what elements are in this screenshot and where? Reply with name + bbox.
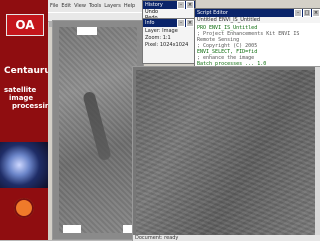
script-titlebar: Script Editor - □ × [195,9,320,17]
minimize-button[interactable]: - [294,9,302,17]
info-line: Pixel: 1024x1024 [145,42,189,48]
close-button[interactable]: × [312,9,320,17]
brand-subtitle-line-1: satellite [4,86,37,94]
history-title: History [145,2,163,8]
satellite-image-right [136,70,318,238]
script-title: Script Editor [197,10,228,16]
menu-item-help[interactable]: Help [124,3,135,9]
menu-item-layers[interactable]: Layers [104,3,121,9]
info-title: Info [145,20,155,26]
badge-icon [14,198,34,218]
close-button[interactable]: × [186,1,194,9]
info-window: Info - × Layer: Image Zoom: 1:1 Pixel: 1… [142,18,196,64]
image-viewer-left[interactable] [52,20,144,240]
menu-item-file[interactable]: File [50,3,58,9]
application-window: File Edit View Tools Layers Help History… [48,0,320,241]
brand-subtitle-line-2: image [9,94,34,102]
script-window: Script Editor - □ × Untitled ENVI_IS_Unt… [194,8,320,68]
brand-logo: OA [6,14,44,36]
menu-item-edit[interactable]: Edit [61,3,71,9]
menu-item-view[interactable]: View [74,3,86,9]
info-body: Layer: Image Zoom: 1:1 Pixel: 1024x1024 [145,27,193,61]
minimize-button[interactable]: - [177,19,185,27]
code-line: ; Project Enhancements Kit ENVI IS Remot… [197,31,300,43]
viewer-status: Document: ready [133,235,320,241]
history-body: Undo Redo [145,9,193,21]
brand-panel: OA Centaurus satellite image processing [0,0,56,240]
history-window: History - × Undo Redo [142,0,196,21]
label-box [77,27,97,35]
vertical-scrollbar[interactable] [315,67,320,241]
menu-bar: File Edit View Tools Layers Help [48,0,144,12]
close-button[interactable]: × [186,19,194,27]
info-line: Layer: Image [145,28,178,34]
menu-item-tools[interactable]: Tools [89,3,101,9]
earth-image [0,142,48,188]
label-box [63,225,81,233]
info-line: Zoom: 1:1 [145,35,171,41]
info-titlebar: Info - × [143,19,195,27]
image-viewer-right[interactable]: Document: ready [132,66,320,241]
viewer-status-text: Document: ready [135,235,179,241]
history-titlebar: History - × [143,1,195,9]
minimize-button[interactable]: - [177,1,185,9]
script-content[interactable]: PRO ENVI_IS_Untitled ; Project Enhanceme… [195,23,320,67]
brand-logo-text: OA [15,18,35,32]
maximize-button[interactable]: □ [303,9,311,17]
